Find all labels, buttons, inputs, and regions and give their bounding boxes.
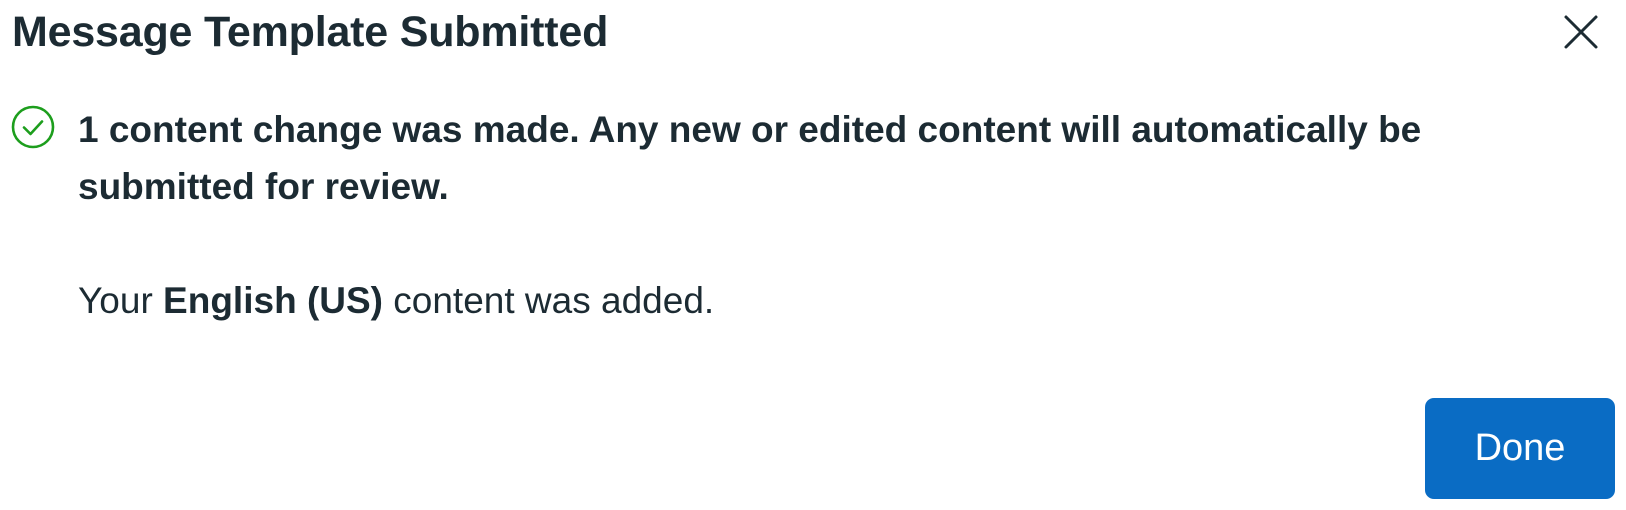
close-icon xyxy=(1564,15,1598,49)
dialog-title: Message Template Submitted xyxy=(12,8,609,56)
done-button[interactable]: Done xyxy=(1425,398,1615,499)
language-name: English (US) xyxy=(163,280,383,321)
content-added-prefix: Your xyxy=(78,280,164,321)
content-added-message: Your English (US) content was added. xyxy=(78,276,714,326)
change-summary-text: 1 content change was made. Any new or ed… xyxy=(78,109,1422,207)
check-circle-icon xyxy=(11,105,55,149)
content-added-suffix: content was added. xyxy=(383,280,715,321)
template-submitted-dialog: Message Template Submitted 1 content cha… xyxy=(0,0,1626,510)
close-button[interactable] xyxy=(1563,14,1599,50)
